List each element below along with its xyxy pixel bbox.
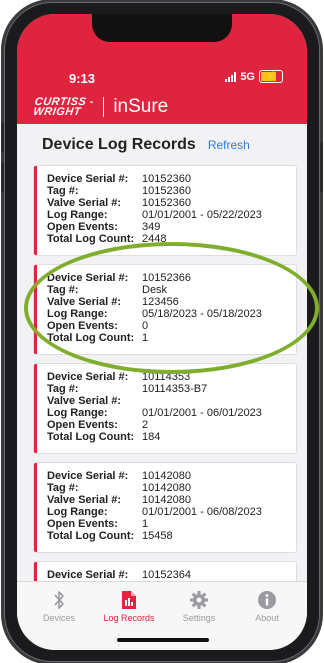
- field-label: Valve Serial #:: [47, 494, 121, 506]
- brand-logo: CURTISS - WRIGHT inSure: [32, 96, 169, 118]
- status-time: 9:13: [69, 71, 96, 86]
- field-label: Device Serial #:: [47, 173, 129, 185]
- record-row-tag: Tag #: 10114353-B7: [47, 383, 296, 395]
- record-row-range: Log Range: 01/01/2001 - 06/08/2023: [47, 506, 296, 518]
- highlight-annotation: [24, 242, 319, 374]
- field-value: 10142080: [142, 494, 191, 506]
- record-row-events: Open Events: 1: [47, 518, 296, 530]
- field-label: Device Serial #:: [47, 569, 129, 581]
- record-row-events: Open Events: 349: [47, 221, 296, 233]
- tab-about[interactable]: About: [235, 590, 299, 623]
- status-indicators: 5G ⚡: [225, 70, 283, 83]
- field-value: 10152360: [142, 173, 191, 185]
- tab-label: Settings: [182, 613, 216, 623]
- field-label: Open Events:: [47, 518, 118, 530]
- info-icon: [235, 590, 299, 610]
- field-value: 349: [142, 221, 161, 233]
- field-label: Tag #:: [47, 185, 79, 197]
- refresh-button[interactable]: Refresh: [208, 138, 250, 152]
- record-list[interactable]: Device Serial #: 10152360 Tag #: 10152360 Va…: [34, 166, 296, 632]
- field-label: Log Range:: [47, 407, 108, 419]
- field-value: 01/01/2001 - 05/22/2023: [142, 209, 262, 221]
- field-value: 10152360: [142, 197, 191, 209]
- bluetooth-icon: [27, 590, 91, 610]
- field-label: Log Range:: [47, 209, 108, 221]
- tab-label: About: [255, 613, 279, 623]
- field-value: [142, 395, 296, 407]
- record-row-range: Log Range: 01/01/2001 - 05/22/2023: [47, 209, 296, 221]
- network-label: 5G: [240, 70, 255, 83]
- field-label: Total Log Count:: [47, 233, 135, 245]
- tab-devices[interactable]: Devices: [27, 590, 91, 623]
- field-label: Total Log Count:: [47, 530, 135, 542]
- record-card[interactable]: Device Serial #: 10142080 Tag #: 10142080 Va…: [34, 463, 296, 552]
- field-label: Device Serial #:: [47, 371, 129, 383]
- app-name: inSure: [113, 96, 169, 117]
- logo-divider: [103, 97, 105, 117]
- record-row-serial: Device Serial #: 10142080: [47, 470, 296, 482]
- field-value: 1: [142, 518, 149, 530]
- tab-log-records[interactable]: Log Records: [97, 590, 161, 623]
- record-card[interactable]: Device Serial #: 10114353 Tag #: 10114353-B…: [34, 364, 296, 453]
- notch: [92, 14, 232, 42]
- title-row: Device Log Records Refresh: [42, 136, 250, 154]
- field-value: 184: [142, 431, 161, 443]
- field-label: Device Serial #:: [47, 470, 129, 482]
- tab-label: Devices: [42, 613, 75, 623]
- document-icon: [97, 590, 161, 610]
- record-row-valve: Valve Serial #:: [47, 395, 296, 407]
- field-label: Log Range:: [47, 506, 108, 518]
- record-row-serial: Device Serial #: 10152364: [47, 569, 296, 581]
- record-row-tag: Tag #: 10152360: [47, 185, 296, 197]
- field-value: 2: [142, 419, 149, 431]
- battery-icon: ⚡: [259, 70, 283, 83]
- tab-settings[interactable]: Settings: [167, 590, 231, 623]
- volume-down-button: [1, 162, 4, 192]
- field-label: Total Log Count:: [47, 431, 135, 443]
- tab-label: Log Records: [103, 613, 155, 623]
- field-value: 10142080: [142, 470, 191, 482]
- page-title: Device Log Records: [42, 136, 196, 153]
- field-value: 10152360: [142, 185, 191, 197]
- record-row-events: Open Events: 2: [47, 419, 296, 431]
- field-label: Valve Serial #:: [47, 395, 121, 407]
- field-value: 01/01/2001 - 06/01/2023: [142, 407, 262, 419]
- field-label: Valve Serial #:: [47, 197, 121, 209]
- field-value: 10142080: [142, 482, 191, 494]
- power-button: [320, 142, 323, 192]
- company-logo: CURTISS - WRIGHT: [32, 96, 95, 118]
- field-value: 10152364: [142, 569, 191, 581]
- signal-icon: [225, 71, 237, 82]
- field-value: 15458: [142, 530, 173, 542]
- field-label: Open Events:: [47, 221, 118, 233]
- field-label: Tag #:: [47, 482, 79, 494]
- field-label: Open Events:: [47, 419, 118, 431]
- record-row-range: Log Range: 01/01/2001 - 06/01/2023: [47, 407, 296, 419]
- volume-up-button: [1, 122, 4, 152]
- record-row-count: Total Log Count: 15458: [47, 530, 296, 542]
- field-value: 01/01/2001 - 06/08/2023: [142, 506, 262, 518]
- home-indicator: [117, 638, 209, 642]
- record-row-tag: Tag #: 10142080: [47, 482, 296, 494]
- record-row-serial: Device Serial #: 10152360: [47, 173, 296, 185]
- record-row-count: Total Log Count: 184: [47, 431, 296, 443]
- record-row-valve: Valve Serial #: 10142080: [47, 494, 296, 506]
- field-value: 10114353-B7: [142, 383, 208, 395]
- gear-icon: [167, 590, 231, 610]
- field-label: Tag #:: [47, 383, 79, 395]
- record-row-valve: Valve Serial #: 10152360: [47, 197, 296, 209]
